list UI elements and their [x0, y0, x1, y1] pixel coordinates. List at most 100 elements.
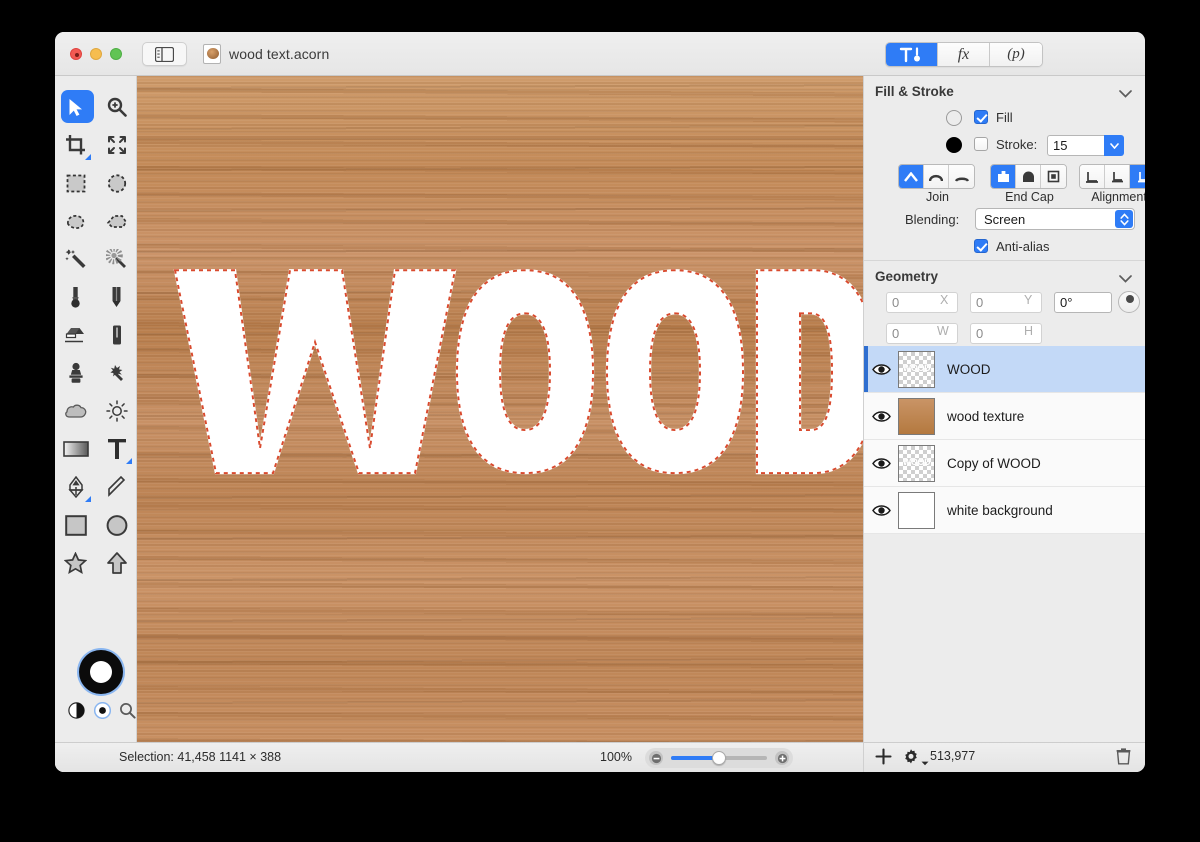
- ellipse-shape-tool[interactable]: [96, 506, 137, 544]
- zoom-tool[interactable]: [96, 88, 137, 126]
- crop-tool[interactable]: [55, 126, 96, 164]
- spatter-tool[interactable]: [96, 354, 137, 392]
- sidebar-toggle-icon[interactable]: [142, 42, 187, 66]
- wood-artwork-text: [173, 269, 863, 475]
- layer-name[interactable]: WOOD: [947, 362, 991, 377]
- pen-tool[interactable]: [55, 468, 96, 506]
- rectangular-selection-tool[interactable]: [55, 164, 96, 202]
- gradient-tool[interactable]: [55, 430, 96, 468]
- star-shape-tool[interactable]: [55, 544, 96, 582]
- join-bevel-button[interactable]: [949, 165, 974, 188]
- join-miter-button[interactable]: [899, 165, 924, 188]
- magic-wand-tool[interactable]: [55, 240, 96, 278]
- fill-color-swatch[interactable]: [946, 110, 962, 126]
- stroke-width-stepper[interactable]: [1104, 135, 1124, 156]
- clone-stamp-tool[interactable]: [55, 354, 96, 392]
- tab-tools[interactable]: [886, 43, 938, 66]
- rectangle-shape-tool[interactable]: [55, 506, 96, 544]
- chevron-down-icon[interactable]: [921, 753, 929, 771]
- foreground-background-color-well[interactable]: [79, 650, 123, 694]
- document-icon: [203, 44, 221, 64]
- zoom-out-icon[interactable]: [649, 751, 663, 765]
- layer-list[interactable]: WOOD WOOD wood texture WOOD Copy of WOOD: [864, 346, 1145, 534]
- zoom-in-icon[interactable]: [775, 751, 789, 765]
- stroke-checkbox[interactable]: [974, 137, 988, 151]
- stroke-width-field[interactable]: 15: [1047, 135, 1112, 156]
- inspector-tab-group[interactable]: fx (p): [885, 42, 1043, 67]
- layer-visibility-eye-icon[interactable]: [864, 363, 898, 376]
- layer-visibility-eye-icon[interactable]: [864, 457, 898, 470]
- fill-stroke-section-header[interactable]: Fill & Stroke: [864, 76, 1145, 106]
- layer-name[interactable]: Copy of WOOD: [947, 456, 1041, 471]
- join-segmented-control[interactable]: [898, 164, 975, 189]
- line-tool[interactable]: [96, 468, 137, 506]
- swap-colors-icon[interactable]: [67, 700, 86, 720]
- maximize-button[interactable]: [110, 48, 122, 60]
- pixel-count: 513,977: [930, 749, 976, 763]
- canvas-area[interactable]: [137, 76, 863, 742]
- dodge-tool[interactable]: [96, 392, 137, 430]
- fill-label: Fill: [996, 110, 1013, 125]
- color-picker-icon[interactable]: [118, 700, 137, 720]
- lasso-tool[interactable]: [55, 202, 96, 240]
- move-tool[interactable]: [55, 88, 96, 126]
- zoom-level-label: 100%: [600, 750, 632, 764]
- arrow-shape-tool[interactable]: [96, 544, 137, 582]
- fill-blending-select[interactable]: Screen: [975, 208, 1135, 230]
- selection-info: Selection: 41,458 1141 × 388: [119, 750, 282, 764]
- line-icon: [106, 476, 128, 498]
- endcap-segmented-control[interactable]: [990, 164, 1067, 189]
- fill-checkbox[interactable]: [974, 110, 988, 124]
- elliptical-selection-tool[interactable]: [96, 164, 137, 202]
- align-center-button[interactable]: [1105, 165, 1130, 188]
- geometry-section-header[interactable]: Geometry: [864, 261, 1145, 291]
- trash-icon[interactable]: [1116, 748, 1131, 770]
- zoom-slider-knob[interactable]: [712, 751, 726, 765]
- align-outside-button[interactable]: [1130, 165, 1145, 188]
- pencil-tool[interactable]: [96, 278, 137, 316]
- chevron-down-icon[interactable]: [1119, 85, 1132, 103]
- layer-name[interactable]: white background: [947, 503, 1053, 518]
- tab-effects[interactable]: fx: [938, 43, 990, 66]
- instant-alpha-tool[interactable]: [96, 240, 137, 278]
- add-layer-icon[interactable]: [875, 748, 892, 770]
- smudge-tool[interactable]: [96, 316, 137, 354]
- tab-presets[interactable]: (p): [990, 43, 1042, 66]
- brush-tool[interactable]: [55, 278, 96, 316]
- close-button[interactable]: [70, 48, 82, 60]
- eraser-tool[interactable]: [55, 316, 96, 354]
- default-colors-icon[interactable]: [93, 700, 112, 720]
- chevron-down-icon[interactable]: [1119, 270, 1132, 288]
- layer-thumbnail: WOOD: [898, 444, 935, 482]
- geometry-rotation-field[interactable]: 0°: [1054, 292, 1112, 313]
- rotation-knob[interactable]: [1118, 291, 1140, 313]
- arrow-up-icon: [106, 552, 127, 574]
- zoom-slider[interactable]: [645, 748, 793, 768]
- layer-row-white-background[interactable]: white background: [864, 487, 1145, 534]
- join-round-button[interactable]: [924, 165, 949, 188]
- alignment-segmented-control[interactable]: [1079, 164, 1145, 189]
- tool-options-indicator: [85, 496, 91, 502]
- minimize-button[interactable]: [90, 48, 102, 60]
- image-canvas[interactable]: [137, 76, 863, 742]
- endcap-square-button[interactable]: [1041, 165, 1066, 188]
- text-tool[interactable]: [96, 430, 137, 468]
- tool-options-indicator: [85, 154, 91, 160]
- layer-visibility-eye-icon[interactable]: [864, 410, 898, 423]
- endcap-butt-button[interactable]: [991, 165, 1016, 188]
- endcap-round-button[interactable]: [1016, 165, 1041, 188]
- align-inside-button[interactable]: [1080, 165, 1105, 188]
- layer-visibility-eye-icon[interactable]: [864, 504, 898, 517]
- blur-tool[interactable]: [55, 392, 96, 430]
- stroke-color-swatch[interactable]: [946, 137, 962, 153]
- chevron-updown-icon[interactable]: [1115, 210, 1133, 228]
- antialias-checkbox[interactable]: [974, 239, 988, 253]
- layer-row-wood-texture[interactable]: wood texture: [864, 393, 1145, 440]
- layer-row-wood[interactable]: WOOD WOOD: [864, 346, 1145, 393]
- layer-settings-gear-icon[interactable]: [902, 748, 920, 770]
- smudge-stick-icon: [111, 324, 123, 346]
- layer-name[interactable]: wood texture: [947, 409, 1024, 424]
- transform-tool[interactable]: [96, 126, 137, 164]
- polygon-lasso-tool[interactable]: [96, 202, 137, 240]
- layer-row-copy-of-wood[interactable]: WOOD Copy of WOOD: [864, 440, 1145, 487]
